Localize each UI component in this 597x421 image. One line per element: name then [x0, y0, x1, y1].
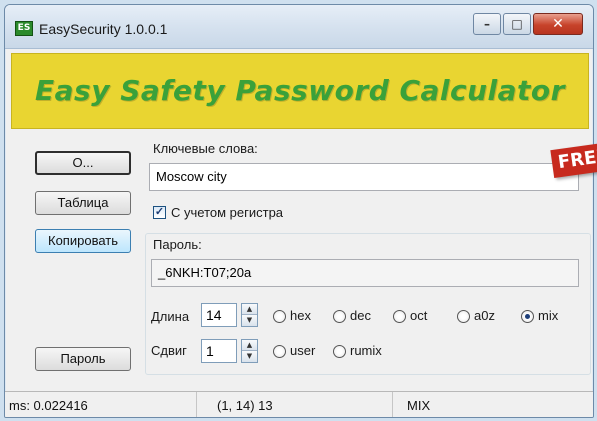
radio-user-label: user: [290, 343, 316, 358]
shift-spinner[interactable]: ▲ ▼: [241, 339, 258, 363]
radio-user[interactable]: [273, 345, 286, 358]
status-bar: ms: 0.022416 (1, 14) 13 MIX: [5, 391, 593, 417]
radio-hex-label: hex: [290, 308, 311, 323]
copy-button[interactable]: Копировать: [35, 229, 131, 253]
radio-mix[interactable]: [521, 310, 534, 323]
open-button[interactable]: O...: [35, 151, 131, 175]
banner: Easy Safety Password Calculator: [11, 53, 589, 129]
radio-rumix-label: rumix: [350, 343, 382, 358]
password-button[interactable]: Пароль: [35, 347, 131, 371]
radio-hex[interactable]: [273, 310, 286, 323]
app-window: ES EasySecurity 1.0.0.1 – □ ✕ Easy Safet…: [4, 4, 594, 418]
keywords-label: Ключевые слова:: [153, 141, 258, 156]
spin-down-icon[interactable]: ▼: [242, 351, 257, 362]
radio-rumix[interactable]: [333, 345, 346, 358]
radio-oct-label: oct: [410, 308, 428, 323]
spin-up-icon[interactable]: ▲: [242, 340, 257, 351]
radio-mix-label: mix: [538, 308, 559, 323]
radio-oct[interactable]: [393, 310, 406, 323]
table-button[interactable]: Таблица: [35, 191, 131, 215]
password-output[interactable]: _6NKH:T07;20a: [151, 259, 579, 287]
banner-title: Easy Safety Password Calculator: [35, 74, 565, 107]
shift-input[interactable]: 1: [201, 339, 237, 363]
status-time: ms: 0.022416: [5, 392, 197, 417]
spin-up-icon[interactable]: ▲: [242, 304, 257, 315]
length-label: Длина: [151, 309, 190, 324]
case-sensitive-label: С учетом регистра: [171, 205, 284, 220]
length-input[interactable]: 14: [201, 303, 237, 327]
status-mode: MIX: [407, 398, 431, 413]
radio-dec-label: dec: [350, 308, 371, 323]
app-icon: ES: [15, 21, 33, 36]
close-button[interactable]: ✕: [533, 13, 583, 35]
maximize-button[interactable]: □: [503, 13, 531, 35]
password-label: Пароль:: [153, 237, 202, 252]
shift-label: Сдвиг: [151, 343, 187, 358]
minimize-button[interactable]: –: [473, 13, 501, 35]
radio-dec[interactable]: [333, 310, 346, 323]
radio-a0z[interactable]: [457, 310, 470, 323]
radio-a0z-label: a0z: [474, 308, 495, 323]
length-spinner[interactable]: ▲ ▼: [241, 303, 258, 327]
status-position: (1, 14) 13: [197, 392, 393, 417]
case-sensitive-checkbox[interactable]: ✓: [153, 206, 166, 219]
spin-down-icon[interactable]: ▼: [242, 315, 257, 326]
title-bar[interactable]: ES EasySecurity 1.0.0.1 – □ ✕: [5, 5, 593, 49]
keywords-input[interactable]: Moscow city: [149, 163, 579, 191]
window-title: EasySecurity 1.0.0.1: [39, 21, 168, 37]
